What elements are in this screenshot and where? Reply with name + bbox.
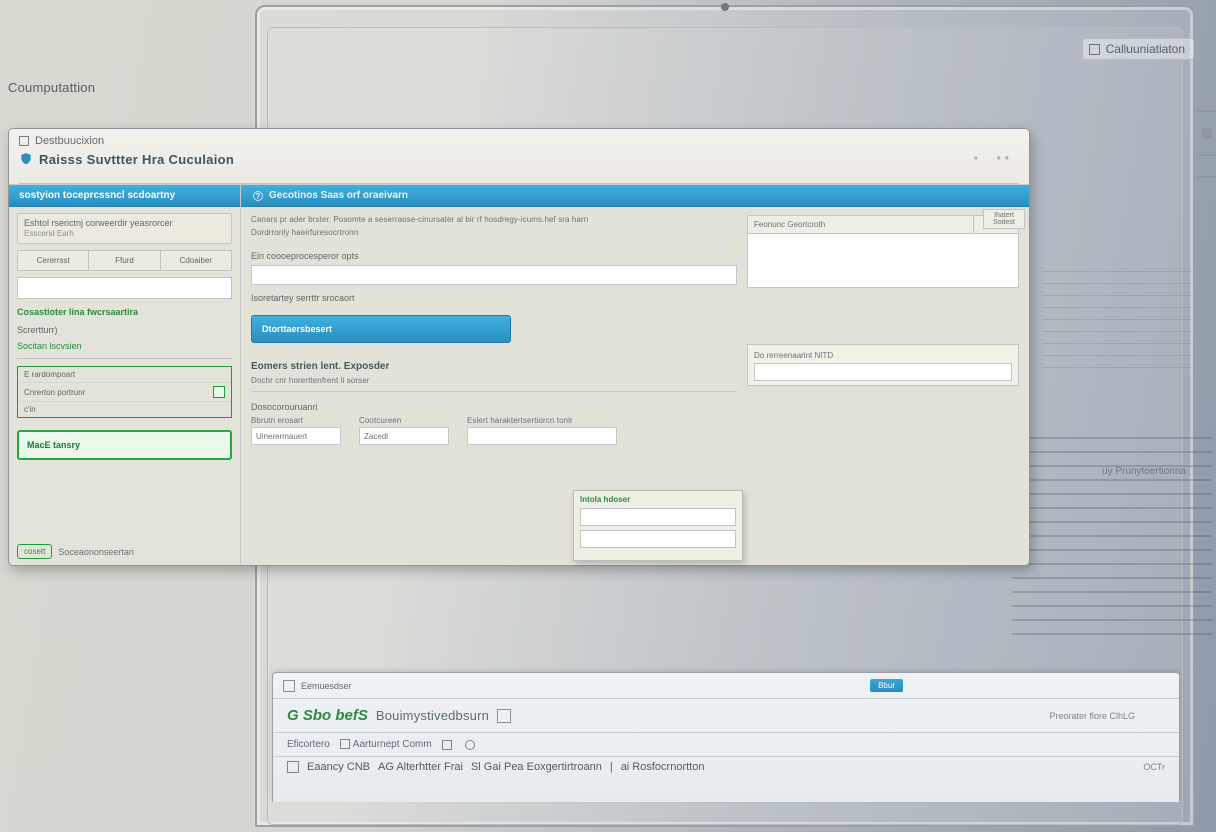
sidebar-section-label-1: Scrertturr) [17,325,232,335]
col-a-label: Bbrutn erosart [251,416,341,425]
bb-low-b[interactable]: Aarturnept Comm [353,739,432,750]
sidebar-list-item[interactable]: c'in [18,402,231,417]
bottombar-mid-right: Preorater flore ClhLG [1049,711,1135,721]
calculator-icon [1089,44,1100,55]
chip-main: Eshtol rserictnj corweerdir yeasrorcer [24,218,225,229]
right-head-cell-1: Feonunc Geortcroth [748,216,974,233]
main-right-column: Ihatert Sodest Feonunc Geortcroth CPE Do… [747,215,1019,555]
float-panel-field-1[interactable] [580,508,736,526]
title-line-2: Raisss Suvttter Hra Cuculaion [19,151,1019,167]
box-icon [442,740,452,750]
sidebar-section-label-2: Socitan lscvsien [17,341,232,351]
right-header-row: Feonunc Geortcroth CPE [747,215,1019,234]
sub-sub-text: Dochr cnr horerttenfrent li sorser [251,376,737,385]
window-controls[interactable]: • •• [974,151,1013,165]
bb-foot-d[interactable]: ai Rosfocrnortton [621,761,705,773]
corner-badge: Ihatert Sodest [983,209,1025,229]
decorative-strokes-right [1188,100,1216,188]
backdrop-badge-right: Calluuniatiaton [1082,38,1194,60]
bottombar-blue-pill[interactable]: Bbur [870,679,903,692]
webcam-dot [721,3,729,11]
section-label: Dosocorouruanri [251,402,737,412]
help-icon[interactable]: ? [253,191,263,201]
field1-label: Dordrronly haeirfuresocrtronn [251,228,737,237]
bb-low-a[interactable]: Eficortero [287,739,330,750]
spreadsheet-icon [213,386,225,398]
calculation-dialog: Destbuucixion Raisss Suvttter Hra Cucula… [8,128,1030,566]
checkbox-icon[interactable] [340,739,350,749]
three-column-fields: Bbrutn erosart Cootcureen Eslert harakte… [251,416,737,445]
right-panel-2-field[interactable] [754,363,1012,381]
list-item-label: Cnrerton portrunr [24,388,85,397]
title-line-1: Destbuucixion [19,135,1019,147]
list-item-label: c'in [24,405,36,414]
bottombar-top-row: Eemuesdser Bbur [273,673,1179,699]
chip-sub: Esscerid Earh [24,229,225,239]
shield-icon [19,151,33,167]
bottombar-logo-text: G Sbo befS [287,707,368,724]
doc-icon [497,709,511,723]
sidebar-green-link[interactable]: Cosastioter lina fwcrsaartira [17,305,232,319]
main-header-text: Gecotinos Saas orf oraeivarn [269,190,408,201]
right-panel-2: Do rerreenaarint NITD [747,344,1019,386]
floating-mini-panel: Intola hdoser [573,490,743,561]
background-horizontal-bars [1012,425,1212,647]
list-item-label: E rardompoart [24,370,75,379]
square-icon [283,680,295,692]
bottom-toolbar-window: Eemuesdser Bbur G Sbo befS Bouimystivedb… [272,672,1180,802]
bottombar-foot-row: Eaancy CNB AG Alterhtter Frai Sl Gai Pea… [273,756,1179,777]
col-b-input[interactable] [359,427,449,445]
sidebar-search-input[interactable] [17,277,232,299]
sidebar-footer-text: Soceaononseertan [58,547,134,557]
sidebar-footer-pill[interactable]: cosett [17,544,52,559]
bottombar-mid-row: G Sbo befS Bouimystivedbsurn Preorater f… [273,699,1179,733]
grid-icon[interactable] [287,761,299,773]
sidebar-tab-2[interactable]: Ffurd [89,251,160,270]
dialog-titlebar[interactable]: Destbuucixion Raisss Suvttter Hra Cucula… [9,129,1029,185]
col-c-input[interactable] [467,427,617,445]
sidebar-header: sostyion toceprcssncl scdoartny [9,185,240,207]
title-text-2: Raisss Suvttter Hra Cuculaion [39,152,234,167]
sidebar-list: E rardompoart Cnrerton portrunr c'in [17,366,232,418]
sidebar-primary-button[interactable]: MacE tansry [17,430,232,460]
sidebar-tab-1[interactable]: Cererrsst [18,251,89,270]
float-panel-field-2[interactable] [580,530,736,548]
bb-foot-end: OCTr [1143,762,1165,772]
float-panel-title: Intola hdoser [580,495,736,504]
backdrop-badge-text: Calluuniatiaton [1106,42,1185,56]
circle-icon [465,740,475,750]
title-text-1: Destbuucixion [35,135,104,147]
sidebar-tab-3[interactable]: Cdoaiber [161,251,231,270]
sub-header: Eomers strien lent. Exposder [251,361,737,372]
right-panel-2-label: Do rerreenaarint NITD [754,351,1012,360]
sidebar-list-item[interactable]: E rardompoart [18,367,231,383]
primary-action-button[interactable]: Dtorttaersbesert [251,315,511,343]
sidebar-info-chip: Eshtol rserictnj corweerdir yeasrorcer E… [17,213,232,244]
bottombar-low-row: Eficortero Aarturnept Comm [273,733,1179,756]
app-icon [19,136,29,146]
bb-foot-a[interactable]: Eaancy CNB [307,761,370,773]
right-top-group: Ihatert Sodest Feonunc Geortcroth CPE [747,215,1019,288]
sidebar: sostyion toceprcssncl scdoartny Eshtol r… [9,185,241,565]
main-header: ? Gecotinos Saas orf oraeivarn [241,185,1029,207]
sidebar-list-item[interactable]: Cnrerton portrunr [18,383,231,402]
sidebar-footer: cosett Soceaononseertan [17,544,134,559]
sidebar-tabs: Cererrsst Ffurd Cdoaiber [17,250,232,271]
col-b-label: Cootcureen [359,416,449,425]
field2-input[interactable] [251,265,737,285]
col-a-input[interactable] [251,427,341,445]
bottombar-mid-text: Bouimystivedbsurn [376,708,489,723]
field3-label: Isoretartey serrttr srocaort [251,293,737,303]
field2-label: Ein coooeprocesperor opts [251,251,737,261]
bb-foot-c[interactable]: Sl Gai Pea Eoxgertirtroann [471,761,602,773]
right-large-area[interactable] [747,234,1019,288]
backdrop-label-left: Coumputattion [8,80,95,95]
bb-foot-b[interactable]: AG Alterhtter Frai [378,761,463,773]
col-c-label: Eslert haraktertsertiorcn tonlr [467,416,617,425]
description-line: Canars pr ader brster. Posomte a seserra… [251,215,737,224]
background-grid-lines [1042,260,1192,379]
bottombar-top-text: Eemuesdser [301,681,352,691]
